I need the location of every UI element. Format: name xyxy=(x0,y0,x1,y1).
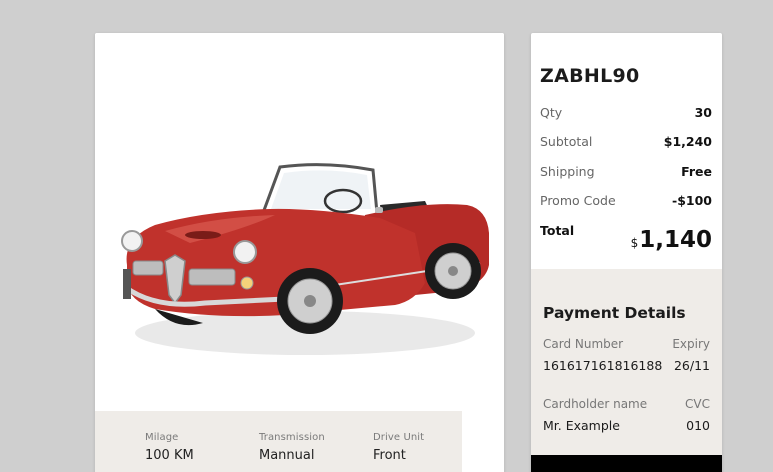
checkout-page: Milage 100 KM Transmission Mannual Drive… xyxy=(0,0,773,472)
card-number-label: Card Number xyxy=(543,337,624,351)
spec-value: Mannual xyxy=(259,448,315,463)
order-summary-card: ZABHL90 Qty 30 Subtotal $1,240 Shipping … xyxy=(531,33,722,472)
car-image xyxy=(121,163,489,355)
row-value: Free xyxy=(681,164,712,179)
expiry-label: Expiry xyxy=(672,337,710,351)
spec-label: Milage xyxy=(145,432,179,443)
product-image xyxy=(95,33,504,411)
total-currency: $ xyxy=(630,236,639,250)
card-number-value: 161617161816188 xyxy=(543,358,663,373)
summary-row-shipping: Shipping Free xyxy=(540,164,712,182)
total-label: Total xyxy=(540,223,575,238)
payment-title: Payment Details xyxy=(543,304,686,322)
row-label: Shipping xyxy=(540,164,595,179)
cardholder-label: Cardholder name xyxy=(543,397,648,411)
total-amount: 1,140 xyxy=(639,227,712,253)
order-id: ZABHL90 xyxy=(540,65,640,87)
checkout-button[interactable] xyxy=(531,455,722,472)
spec-transmission: Transmission Mannual xyxy=(259,432,325,463)
summary-row-subtotal: Subtotal $1,240 xyxy=(540,134,712,152)
specs-panel: Milage 100 KM Transmission Mannual Drive… xyxy=(95,411,462,472)
expiry-value: 26/11 xyxy=(673,358,710,373)
spec-milage: Milage 100 KM xyxy=(145,432,194,463)
summary-row-promo: Promo Code -$100 xyxy=(540,193,712,211)
row-label: Qty xyxy=(540,105,563,120)
cvc-label: CVC xyxy=(685,397,710,411)
payment-details-panel: Payment Details Card Number Expiry 16161… xyxy=(531,269,722,455)
cvc-value: 010 xyxy=(686,418,710,433)
row-value: -$100 xyxy=(672,193,712,208)
row-value: $1,240 xyxy=(663,134,712,149)
spec-label: Transmission xyxy=(259,432,325,443)
spec-value: Front xyxy=(373,448,406,463)
row-label: Promo Code xyxy=(540,193,616,208)
row-label: Subtotal xyxy=(540,134,593,149)
row-value: 30 xyxy=(694,105,712,120)
cardholder-value: Mr. Example xyxy=(543,418,620,433)
spec-drive-unit: Drive Unit Front xyxy=(373,432,424,463)
total-value: $1,140 xyxy=(631,227,712,253)
spec-label: Drive Unit xyxy=(373,432,425,443)
product-card: Milage 100 KM Transmission Mannual Drive… xyxy=(95,33,504,472)
summary-row-qty: Qty 30 xyxy=(540,105,712,123)
spec-value: 100 KM xyxy=(145,448,194,463)
